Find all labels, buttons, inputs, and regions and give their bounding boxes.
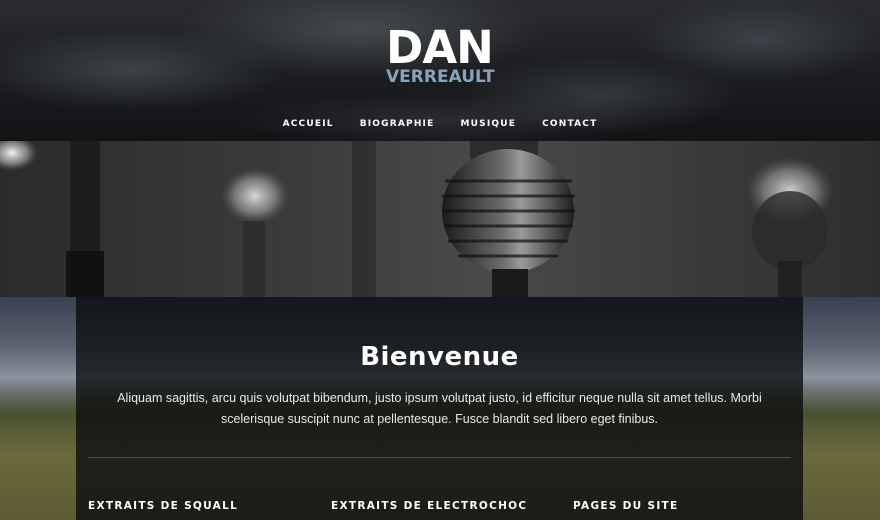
microphones-illustration xyxy=(0,141,834,297)
nav-item-accueil[interactable]: ACCUEIL xyxy=(283,119,334,129)
main-nav: ACCUEIL BIOGRAPHIE MUSIQUE CONTACT xyxy=(0,119,880,129)
nav-item-contact[interactable]: CONTACT xyxy=(542,119,597,129)
welcome-paragraph: Aliquam sagittis, arcu quis volutpat bib… xyxy=(117,391,762,426)
logo-sub-text: VERREAULT xyxy=(386,67,495,87)
logo-main-text: DAN xyxy=(386,21,494,74)
footer-heading-electrochoc: EXTRAITS DE ELECTROCHOC xyxy=(331,500,528,512)
section-divider xyxy=(88,457,791,458)
welcome-heading: Bienvenue xyxy=(360,342,519,372)
footer-heading-squall: EXTRAITS DE SQUALL xyxy=(88,500,239,512)
nav-item-biographie[interactable]: BIOGRAPHIE xyxy=(360,119,435,129)
nav-item-musique[interactable]: MUSIQUE xyxy=(460,119,516,129)
site-header: DAN VERREAULT ACCUEIL BIOGRAPHIE MUSIQUE… xyxy=(0,0,880,141)
hero-banner-image xyxy=(0,141,880,297)
site-logo[interactable]: DAN VERREAULT xyxy=(386,21,496,87)
footer-heading-pages: PAGES DU SITE xyxy=(573,500,679,512)
